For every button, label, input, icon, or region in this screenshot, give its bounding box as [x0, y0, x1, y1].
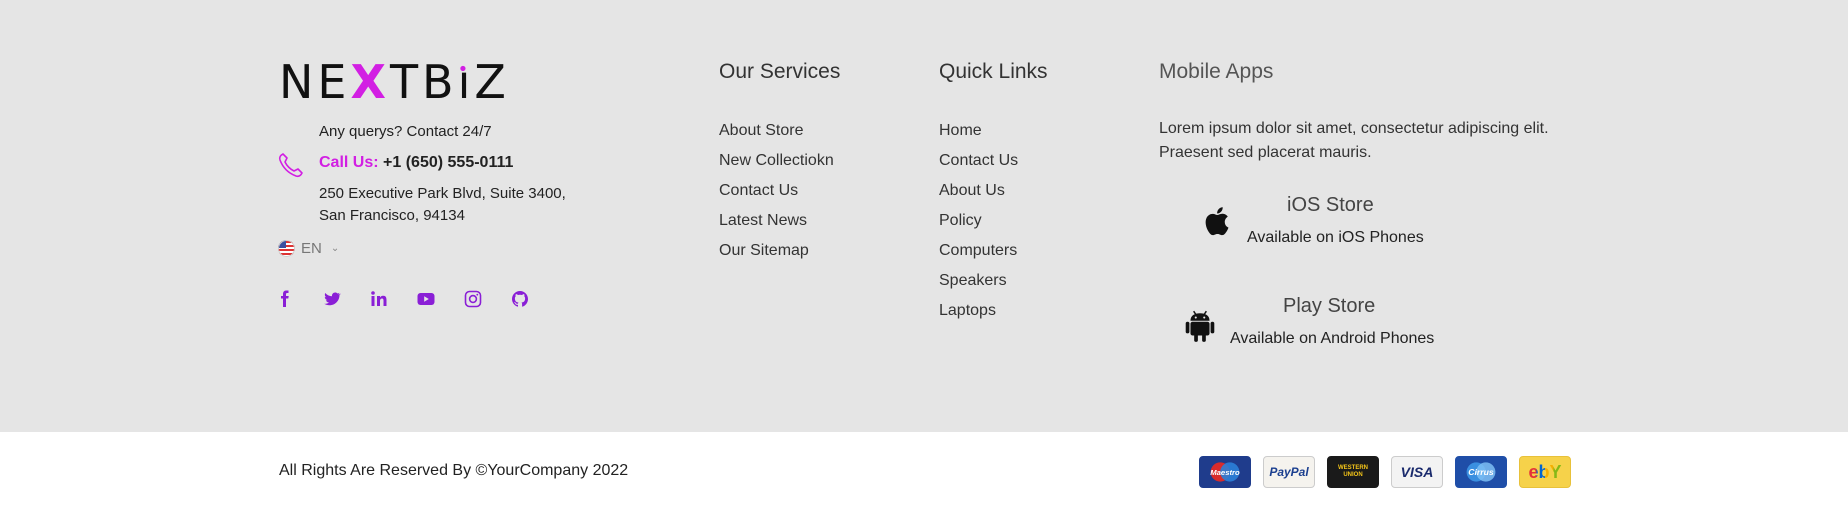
- paypal-card-icon: PayPal: [1263, 456, 1315, 488]
- services-link[interactable]: About Store: [719, 120, 834, 150]
- footer-top: NEXTBı • Z Any querys? Contact 24/7 Call U…: [0, 0, 1848, 432]
- facebook-icon[interactable]: [276, 288, 323, 310]
- logo-i-dot: •: [457, 59, 473, 80]
- linkedin-icon[interactable]: [370, 288, 417, 310]
- cirrus-label: Cirrus: [1468, 467, 1494, 477]
- quick-links-list: Home Contact Us About Us Policy Computer…: [939, 120, 1018, 330]
- ios-store-sub: Available on iOS Phones: [1247, 229, 1424, 246]
- language-selector[interactable]: EN ⌄: [278, 240, 339, 257]
- payment-cards: Maestro PayPal WESTERN UNION VISA Cirrus…: [1199, 456, 1571, 488]
- logo-text-2: TB: [389, 55, 458, 109]
- phone-icon: [278, 153, 303, 178]
- services-link[interactable]: Contact Us: [719, 180, 834, 210]
- cirrus-card-icon: Cirrus: [1455, 456, 1507, 488]
- apple-icon: [1205, 207, 1229, 236]
- twitter-icon[interactable]: [323, 288, 370, 310]
- logo-text-3: Z: [474, 55, 510, 109]
- android-icon: [1185, 310, 1215, 342]
- ebay-label: ebY: [1528, 461, 1562, 482]
- call-us-row: Call Us: +1 (650) 555-0111: [319, 154, 513, 172]
- quick-link[interactable]: About Us: [939, 180, 1018, 210]
- mobile-apps-title: Mobile Apps: [1159, 60, 1274, 83]
- chevron-down-icon: ⌄: [330, 243, 340, 254]
- logo-text-1: NE: [279, 55, 351, 109]
- quick-link[interactable]: Laptops: [939, 300, 1018, 330]
- services-link[interactable]: New Collectiokn: [719, 150, 834, 180]
- call-us-label: Call Us:: [319, 154, 379, 171]
- address-line-1: 250 Executive Park Blvd, Suite 3400,: [319, 185, 566, 202]
- ios-store-name: iOS Store: [1287, 194, 1374, 216]
- ios-store-button[interactable]: iOS Store Available on iOS Phones: [1190, 192, 1450, 252]
- quick-link[interactable]: Computers: [939, 240, 1018, 270]
- maestro-label: Maestro: [1210, 468, 1240, 477]
- quick-link[interactable]: Home: [939, 120, 1018, 150]
- quick-link[interactable]: Policy: [939, 210, 1018, 240]
- quick-link[interactable]: Contact Us: [939, 150, 1018, 180]
- play-store-sub: Available on Android Phones: [1230, 330, 1435, 347]
- maestro-card-icon: Maestro: [1199, 456, 1251, 488]
- services-link[interactable]: Latest News: [719, 210, 834, 240]
- address: 250 Executive Park Blvd, Suite 3400, San…: [319, 183, 579, 227]
- contact-tagline: Any querys? Contact 24/7: [319, 123, 492, 140]
- language-code: EN: [301, 240, 322, 257]
- logo-accent-letter: X: [350, 55, 390, 109]
- youtube-icon[interactable]: [417, 288, 464, 310]
- play-store-button[interactable]: Play Store Available on Android Phones: [1185, 294, 1465, 354]
- copyright-text: All Rights Are Reserved By ©YourCompany …: [279, 462, 629, 479]
- western-union-label: WESTERN UNION: [1338, 465, 1368, 478]
- phone-number[interactable]: +1 (650) 555-0111: [383, 154, 513, 171]
- quick-link[interactable]: Speakers: [939, 270, 1018, 300]
- visa-label: VISA: [1400, 464, 1434, 480]
- quick-links-title: Quick Links: [939, 60, 1048, 83]
- github-icon[interactable]: [511, 288, 558, 310]
- western-union-card-icon: WESTERN UNION: [1327, 456, 1379, 488]
- brand-logo[interactable]: NEXTBı • Z: [279, 56, 510, 108]
- social-links: [276, 288, 558, 310]
- services-title: Our Services: [719, 60, 841, 83]
- services-list: About Store New Collectiokn Contact Us L…: [719, 120, 834, 270]
- visa-card-icon: VISA: [1391, 456, 1443, 488]
- services-link[interactable]: Our Sitemap: [719, 240, 834, 270]
- ebay-card-icon: ebY: [1519, 456, 1571, 488]
- mobile-apps-description: Lorem ipsum dolor sit amet, consectetur …: [1159, 120, 1549, 161]
- instagram-icon[interactable]: [464, 288, 511, 310]
- play-store-name: Play Store: [1283, 295, 1376, 317]
- paypal-label: PayPal: [1269, 465, 1309, 479]
- address-line-2: San Francisco, 94134: [319, 207, 465, 224]
- us-flag-icon: [278, 240, 295, 257]
